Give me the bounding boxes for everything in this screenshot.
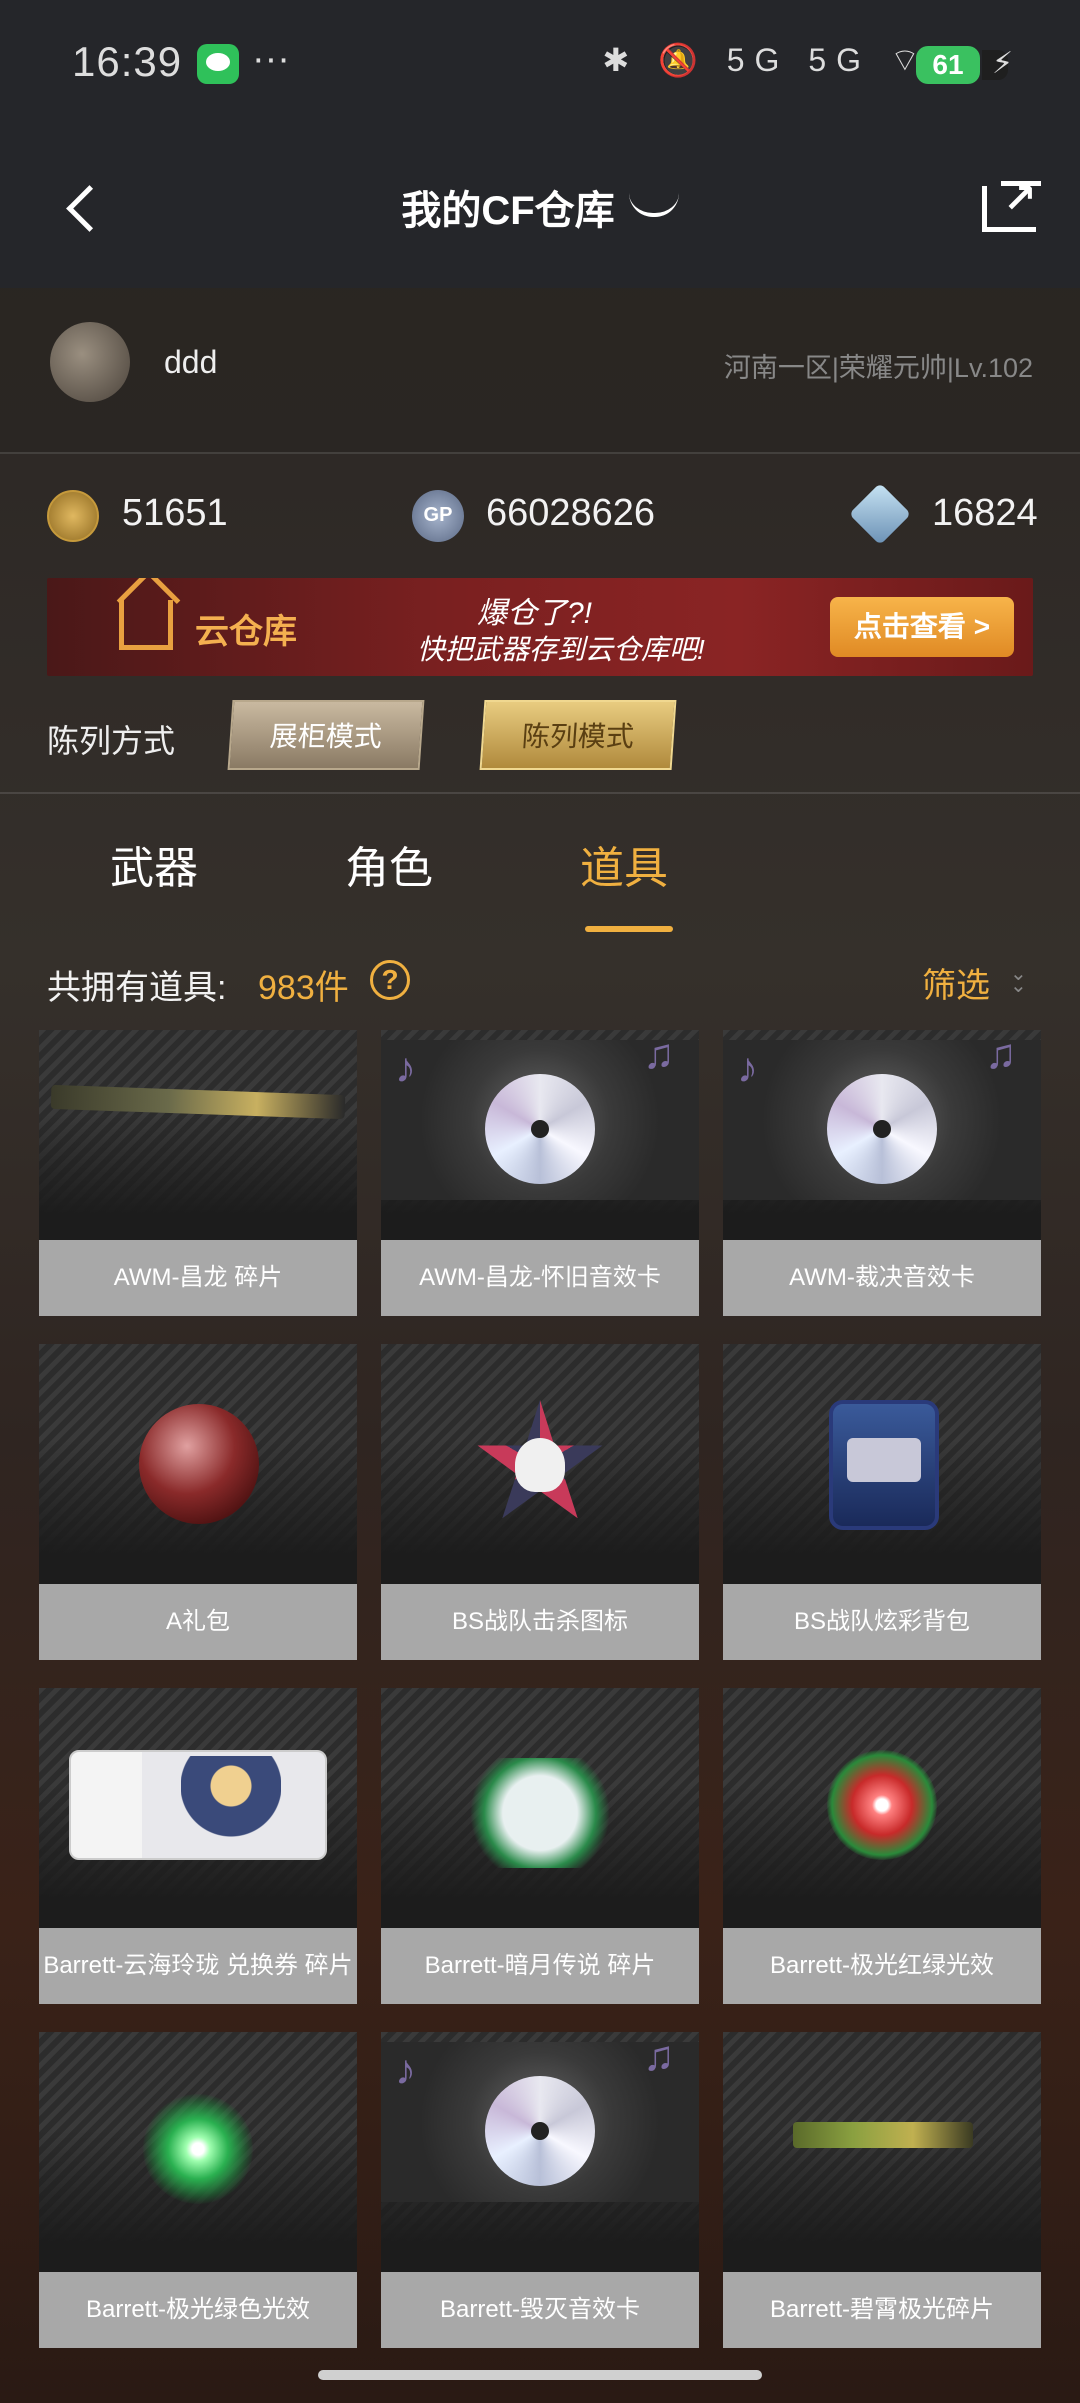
item-name: AWM-昌龙 碎片 (39, 1240, 357, 1316)
page-title: 我的CF仓库 (0, 178, 1080, 236)
page-title-text: 我的CF仓库 (401, 189, 615, 233)
item-card[interactable]: A礼包 (39, 1344, 357, 1660)
item-card[interactable]: Barrett-极光红绿光效 (723, 1688, 1041, 2004)
item-name: Barrett-云海玲珑 兑换券 碎片 (39, 1928, 357, 2004)
item-name: Barrett-极光绿色光效 (39, 2272, 357, 2348)
chevron-down-icon[interactable]: ⌄ ⌄ (1010, 964, 1027, 996)
item-name: Barrett-碧霄极光碎片 (723, 2272, 1041, 2348)
battery-icon: 61 (916, 46, 1008, 84)
item-name: AWM-昌龙-怀旧音效卡 (381, 1240, 699, 1316)
display-mode-button[interactable]: 陈列模式 (479, 700, 677, 770)
item-count-label: 共拥有道具: (47, 969, 227, 1007)
diamond-icon (848, 482, 912, 546)
red-glow-icon (827, 1750, 937, 1860)
item-card[interactable]: Barrett-云海玲珑 兑换券 碎片 (39, 1688, 357, 2004)
nav-bar: 我的CF仓库 (0, 130, 1080, 288)
item-image (39, 1030, 357, 1240)
item-card[interactable]: Barrett-碧霄极光碎片 (723, 2032, 1041, 2348)
share-button[interactable] (982, 176, 1041, 232)
tab-weapons[interactable]: 武器 (110, 832, 198, 896)
charging-icon: ⚡ (992, 47, 1014, 80)
item-image (723, 2032, 1041, 2272)
signal-icons: ✱ 🔕 5G 5G ⌔ (602, 42, 930, 78)
rifle-icon (793, 2122, 973, 2148)
banner-subline: 快把武器存到云仓库吧! (417, 634, 705, 665)
hide-eye-icon[interactable] (628, 193, 679, 218)
item-count-value: 983件 (258, 969, 349, 1007)
puzzle-icon (465, 1758, 615, 1868)
cd-icon (485, 2076, 595, 2186)
item-card[interactable]: BS战队炫彩背包 (723, 1344, 1041, 1660)
wechat-icon (197, 44, 239, 84)
server-info: 河南一区|荣耀元帅|Lv.102 (723, 353, 1033, 383)
cd-icon (827, 1074, 937, 1184)
category-tabs: 武器 角色 道具 (0, 820, 1080, 940)
display-mode-label: 陈列方式 (47, 723, 176, 759)
item-name: Barrett-暗月传说 碎片 (381, 1928, 699, 2004)
more-notifications-icon: ··· (252, 38, 290, 80)
banner-headline: 爆仓了?! (477, 597, 593, 630)
music-note-icon: ♫ (643, 1030, 675, 1077)
display-mode-row: 陈列方式 展柜模式 陈列模式 (0, 700, 1080, 780)
item-name: BS战队炫彩背包 (723, 1584, 1041, 1660)
music-note-icon: ♪ (395, 2046, 416, 2093)
cd-icon (485, 1074, 595, 1184)
item-card[interactable]: ♪ ♫ Barrett-毁灭音效卡 (381, 2032, 699, 2348)
status-bar: 16:39 ··· ✱ 🔕 5G 5G ⌔ 61 ⚡ (0, 0, 1080, 130)
item-name: AWM-裁决音效卡 (723, 1240, 1041, 1316)
item-name: Barrett-极光红绿光效 (723, 1928, 1041, 2004)
username: ddd (164, 344, 218, 380)
item-card[interactable]: Barrett-极光绿色光效 (39, 2032, 357, 2348)
avatar[interactable] (50, 322, 130, 402)
item-card[interactable]: Barrett-暗月传说 碎片 (381, 1688, 699, 2004)
skull-star-icon (475, 1400, 605, 1530)
cf-coin-icon (47, 490, 99, 542)
filter-button[interactable]: 筛选 (922, 958, 990, 1007)
music-note-icon: ♪ (737, 1044, 758, 1091)
item-name: BS战队击杀图标 (381, 1584, 699, 1660)
item-card[interactable]: AWM-昌龙 碎片 (39, 1030, 357, 1316)
help-icon[interactable]: ? (370, 960, 410, 1000)
item-card[interactable]: ♪ ♫ AWM-昌龙-怀旧音效卡 (381, 1030, 699, 1316)
divider (0, 792, 1080, 794)
gp-coin-icon: GP (412, 490, 464, 542)
music-note-icon: ♪ (395, 1044, 416, 1091)
gp-value: 66028626 (486, 492, 656, 534)
profile-row: ddd 河南一区|荣耀元帅|Lv.102 (0, 288, 1080, 454)
home-indicator (318, 2370, 762, 2380)
view-button[interactable]: 点击查看 > (830, 597, 1014, 657)
item-card[interactable]: ♪ ♫ AWM-裁决音效卡 (723, 1030, 1041, 1316)
cloud-storage-banner[interactable]: 云仓库 爆仓了?! 快把武器存到云仓库吧! 点击查看 > (47, 578, 1033, 676)
showcase-mode-button[interactable]: 展柜模式 (227, 700, 425, 770)
status-time: 16:39 (72, 38, 183, 85)
backpack-icon (829, 1400, 939, 1530)
cf-coin-value: 51651 (122, 492, 228, 534)
orb-icon (139, 1404, 259, 1524)
item-count-row: 共拥有道具: 983件 ? 筛选 ⌄ ⌄ (0, 950, 1080, 1010)
currency-row: 51651 GP 66028626 16824 (0, 470, 1080, 560)
item-name: A礼包 (39, 1584, 357, 1660)
cloud-house-icon (119, 600, 173, 650)
music-note-icon: ♫ (985, 1030, 1017, 1077)
tab-items[interactable]: 道具 (580, 832, 668, 896)
banner-title: 云仓库 (195, 613, 297, 651)
item-card[interactable]: BS战队击杀图标 (381, 1344, 699, 1660)
ticket-icon (69, 1750, 327, 1860)
green-glow-icon (143, 2094, 253, 2204)
music-note-icon: ♫ (643, 2032, 675, 2079)
tab-characters[interactable]: 角色 (345, 832, 433, 896)
diamond-value: 16824 (932, 492, 1038, 534)
item-name: Barrett-毁灭音效卡 (381, 2272, 699, 2348)
active-tab-indicator (585, 926, 673, 932)
